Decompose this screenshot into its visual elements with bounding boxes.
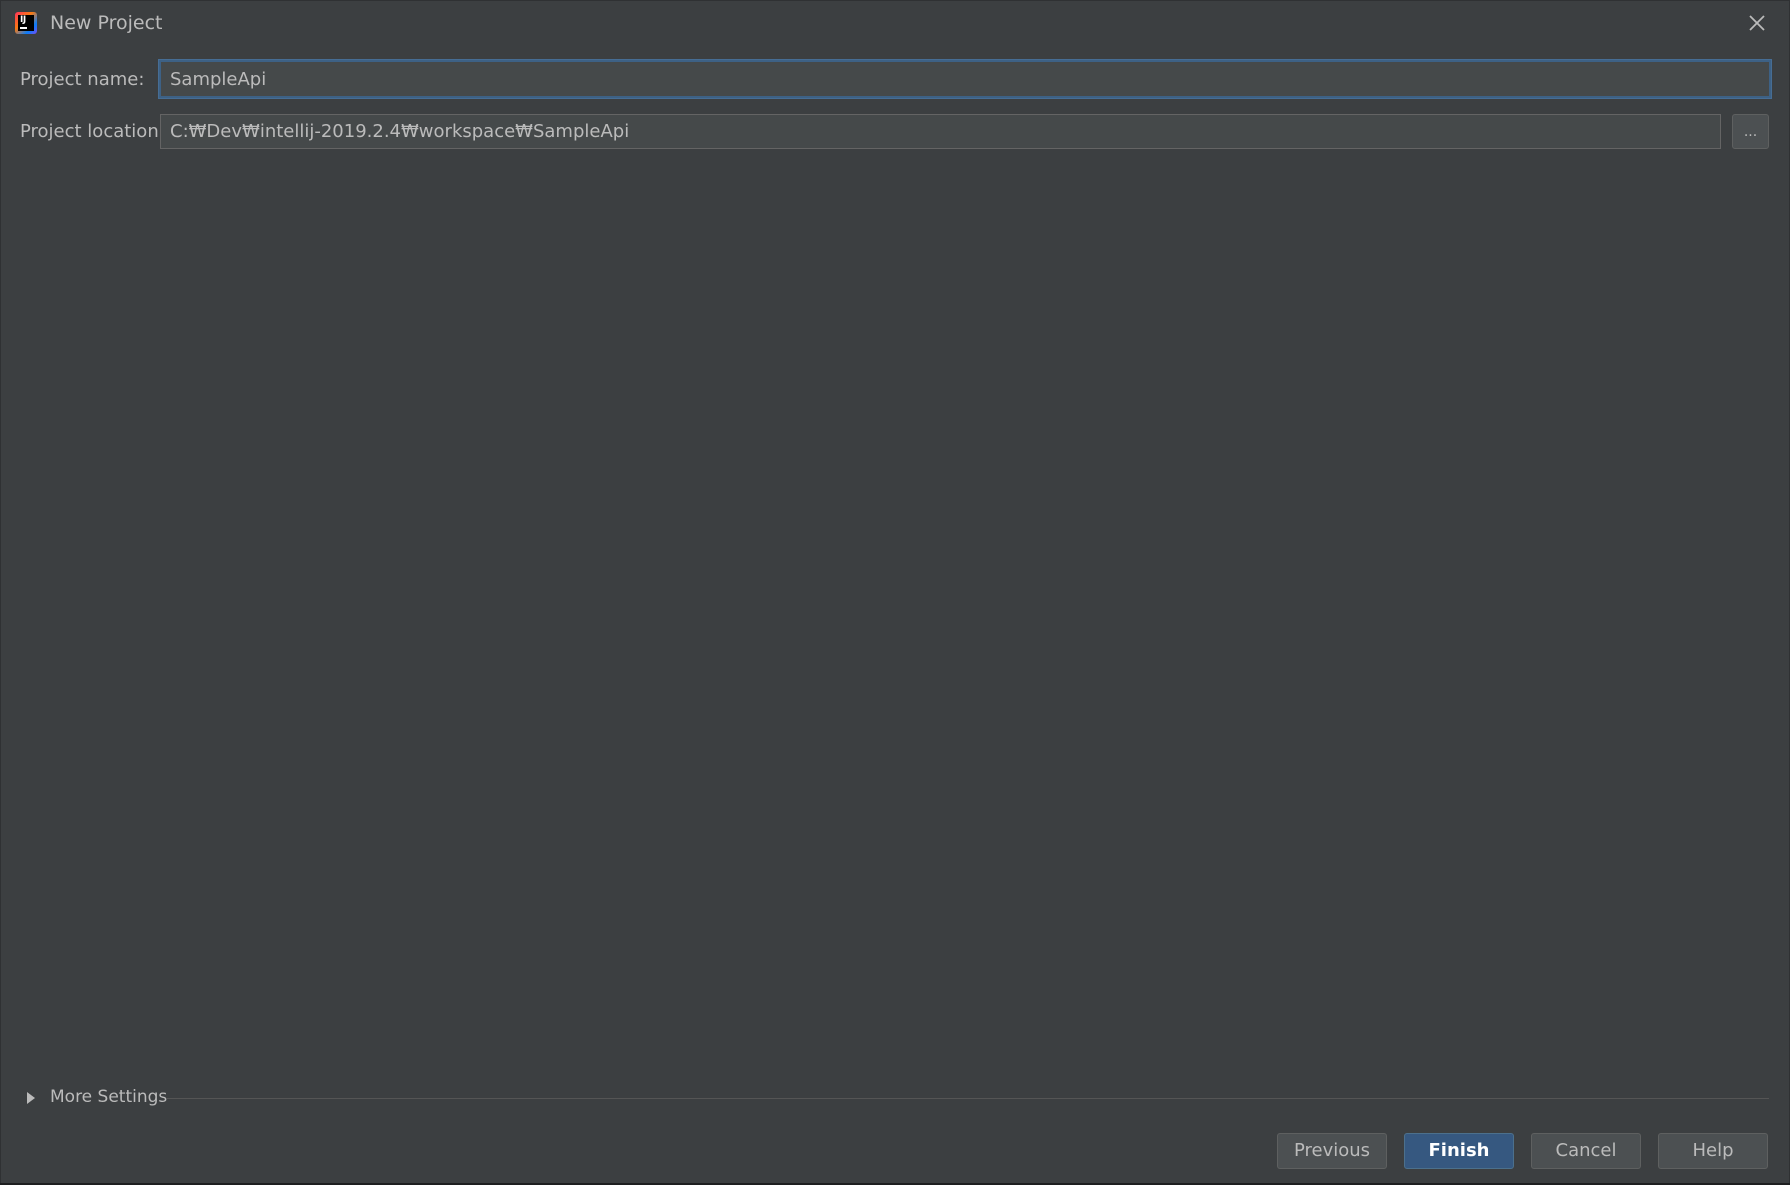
app-icon-letters: IJ xyxy=(20,15,26,25)
project-location-label: Project location: xyxy=(20,121,165,142)
more-settings-label: More Settings xyxy=(50,1087,168,1107)
intellij-app-icon: IJ xyxy=(15,12,37,34)
new-project-dialog: IJ New Project Project name: Project loc… xyxy=(0,0,1790,1185)
project-name-label: Project name: xyxy=(20,69,145,90)
window-title: New Project xyxy=(50,12,163,34)
close-icon[interactable] xyxy=(1743,9,1771,37)
browse-button[interactable]: ... xyxy=(1732,114,1769,149)
previous-button[interactable]: Previous xyxy=(1277,1133,1387,1169)
project-name-input[interactable] xyxy=(159,60,1771,98)
project-location-input[interactable] xyxy=(160,114,1721,149)
title-bar: IJ New Project xyxy=(1,1,1789,47)
help-button[interactable]: Help xyxy=(1658,1133,1768,1169)
triangle-right-icon xyxy=(27,1092,35,1104)
more-settings-divider xyxy=(167,1098,1769,1099)
finish-button[interactable]: Finish xyxy=(1404,1133,1514,1169)
cancel-button[interactable]: Cancel xyxy=(1531,1133,1641,1169)
